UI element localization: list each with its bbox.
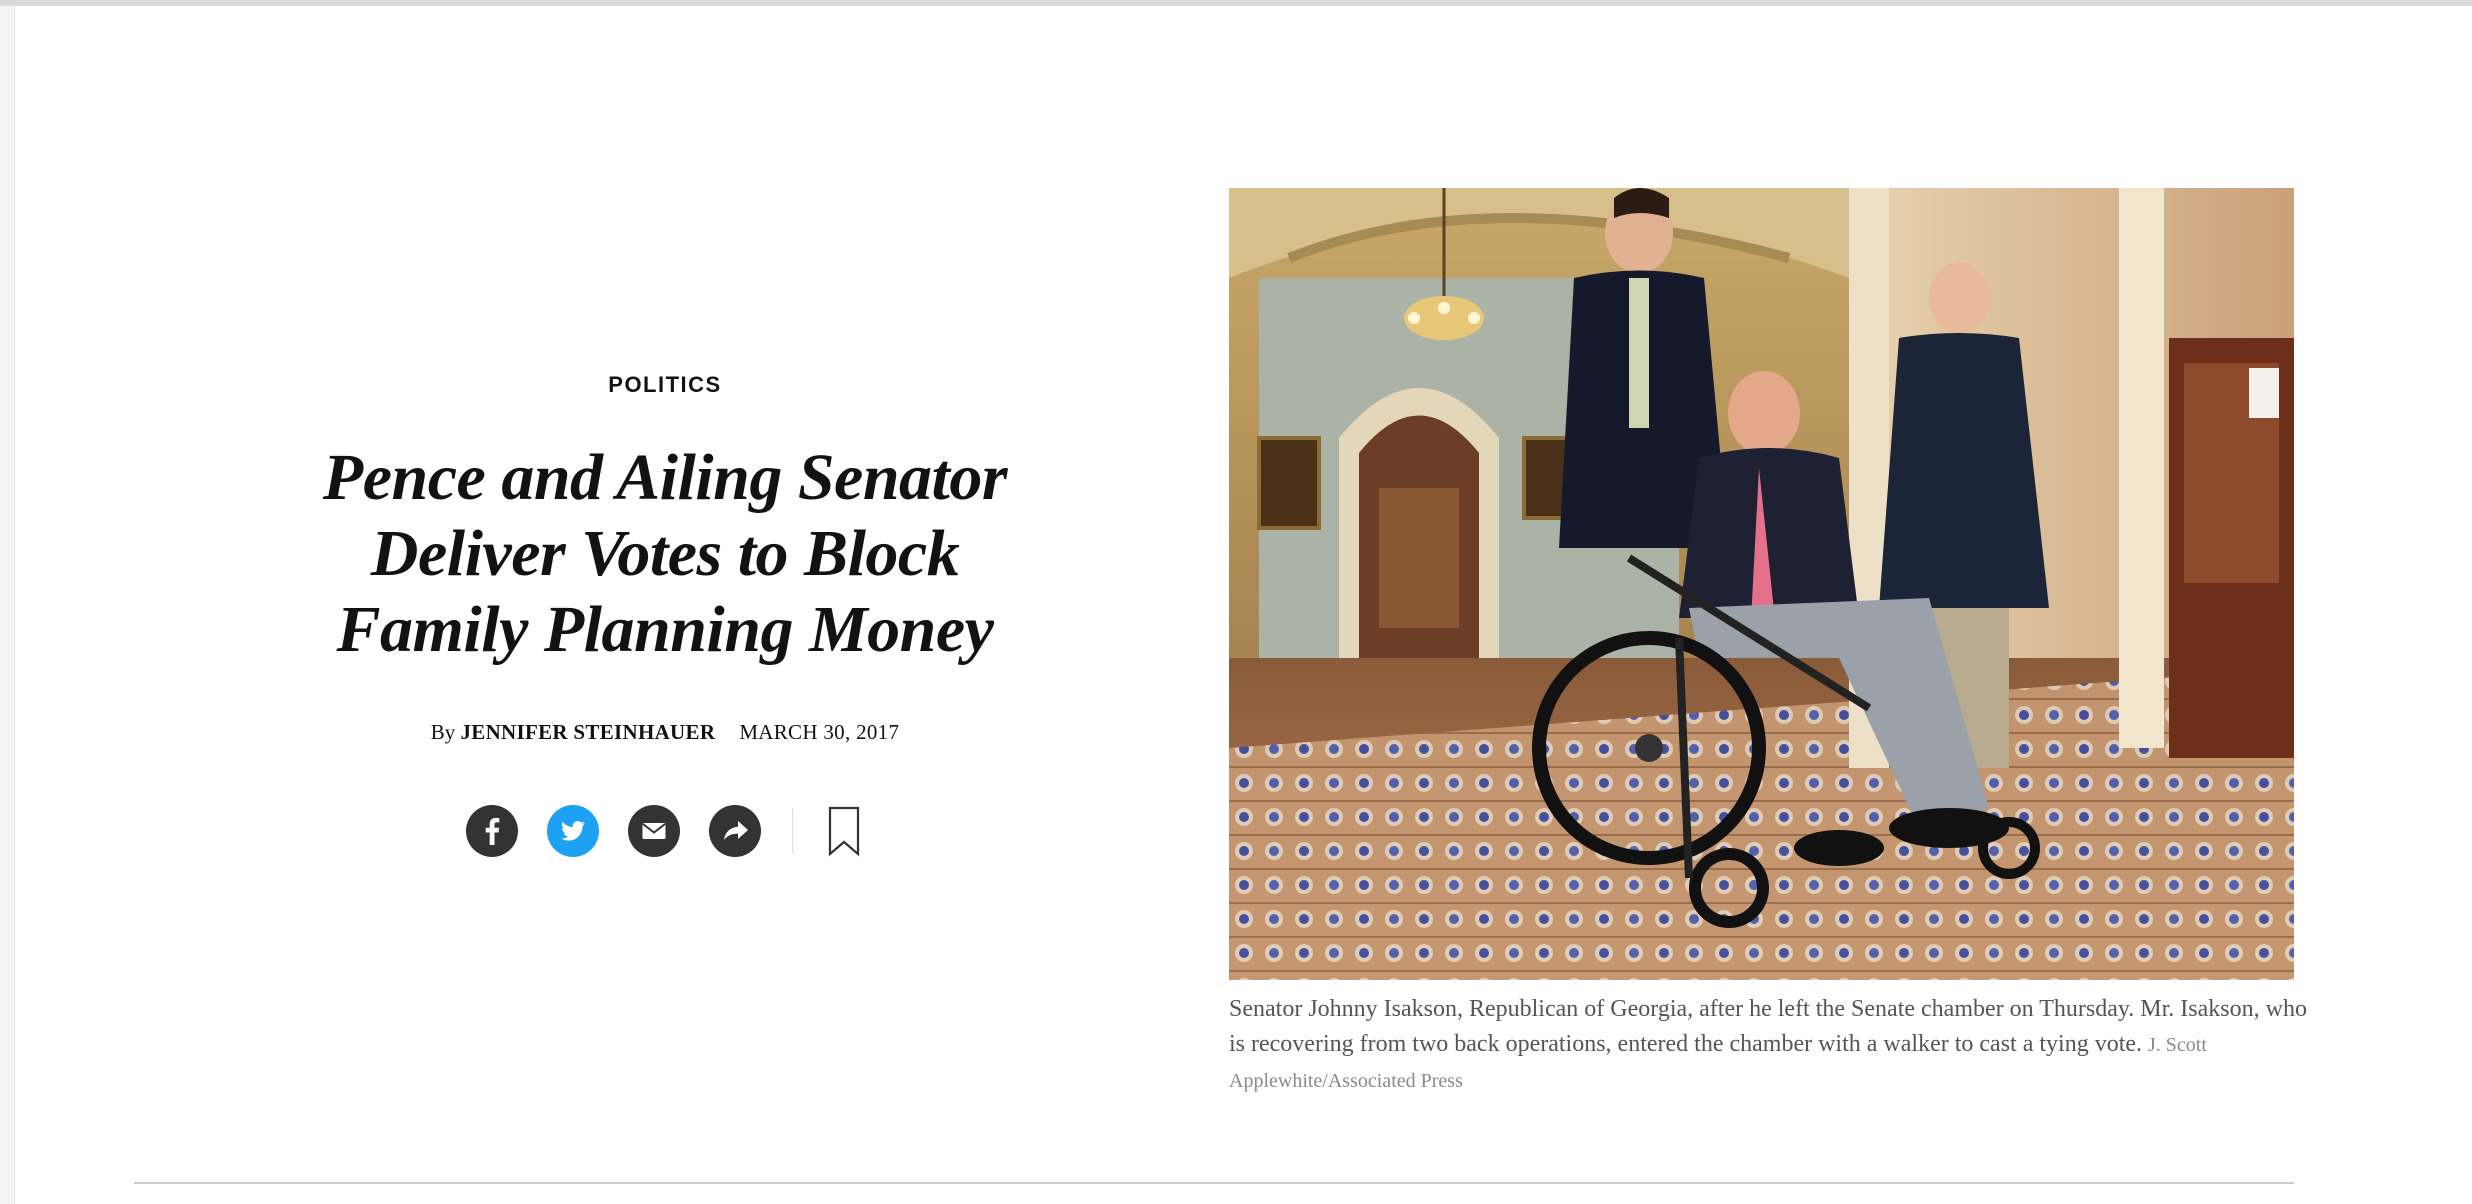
photo-caption: Senator Johnny Isakson, Republican of Ge… [1229,992,2319,1099]
lead-photo [1229,188,2294,980]
twitter-icon [561,821,585,841]
section-kicker[interactable]: POLITICS [280,372,1050,398]
byline-row: By JENNIFER STEINHAUER MARCH 30, 2017 [280,720,1050,745]
email-icon [642,823,666,839]
email-share-button[interactable] [628,805,680,857]
author-link[interactable]: JENNIFER STEINHAUER [460,720,715,744]
byline-prefix: By [430,720,456,744]
save-button[interactable] [824,803,864,859]
publish-date: MARCH 30, 2017 [739,720,900,744]
bookmark-icon [828,806,860,857]
headline: Pence and Ailing Senator Deliver Votes t… [322,441,1008,666]
facebook-icon [485,817,500,845]
share-divider [792,809,793,853]
facebook-share-button[interactable] [466,805,518,857]
twitter-share-button[interactable] [547,805,599,857]
caption-text: Senator Johnny Isakson, Republican of Ge… [1229,996,2307,1057]
section-divider [134,1182,2294,1184]
more-share-button[interactable] [709,805,761,857]
window-edge [0,6,15,1204]
byline: By JENNIFER STEINHAUER [431,720,716,745]
article-header: POLITICS Pence and Ailing Senator Delive… [280,360,1050,859]
share-tools [280,803,1050,859]
share-icon [724,821,748,840]
senate-hallway-photo [1229,188,2294,980]
top-divider [0,0,2472,6]
page: POLITICS Pence and Ailing Senator Delive… [0,0,2472,1204]
